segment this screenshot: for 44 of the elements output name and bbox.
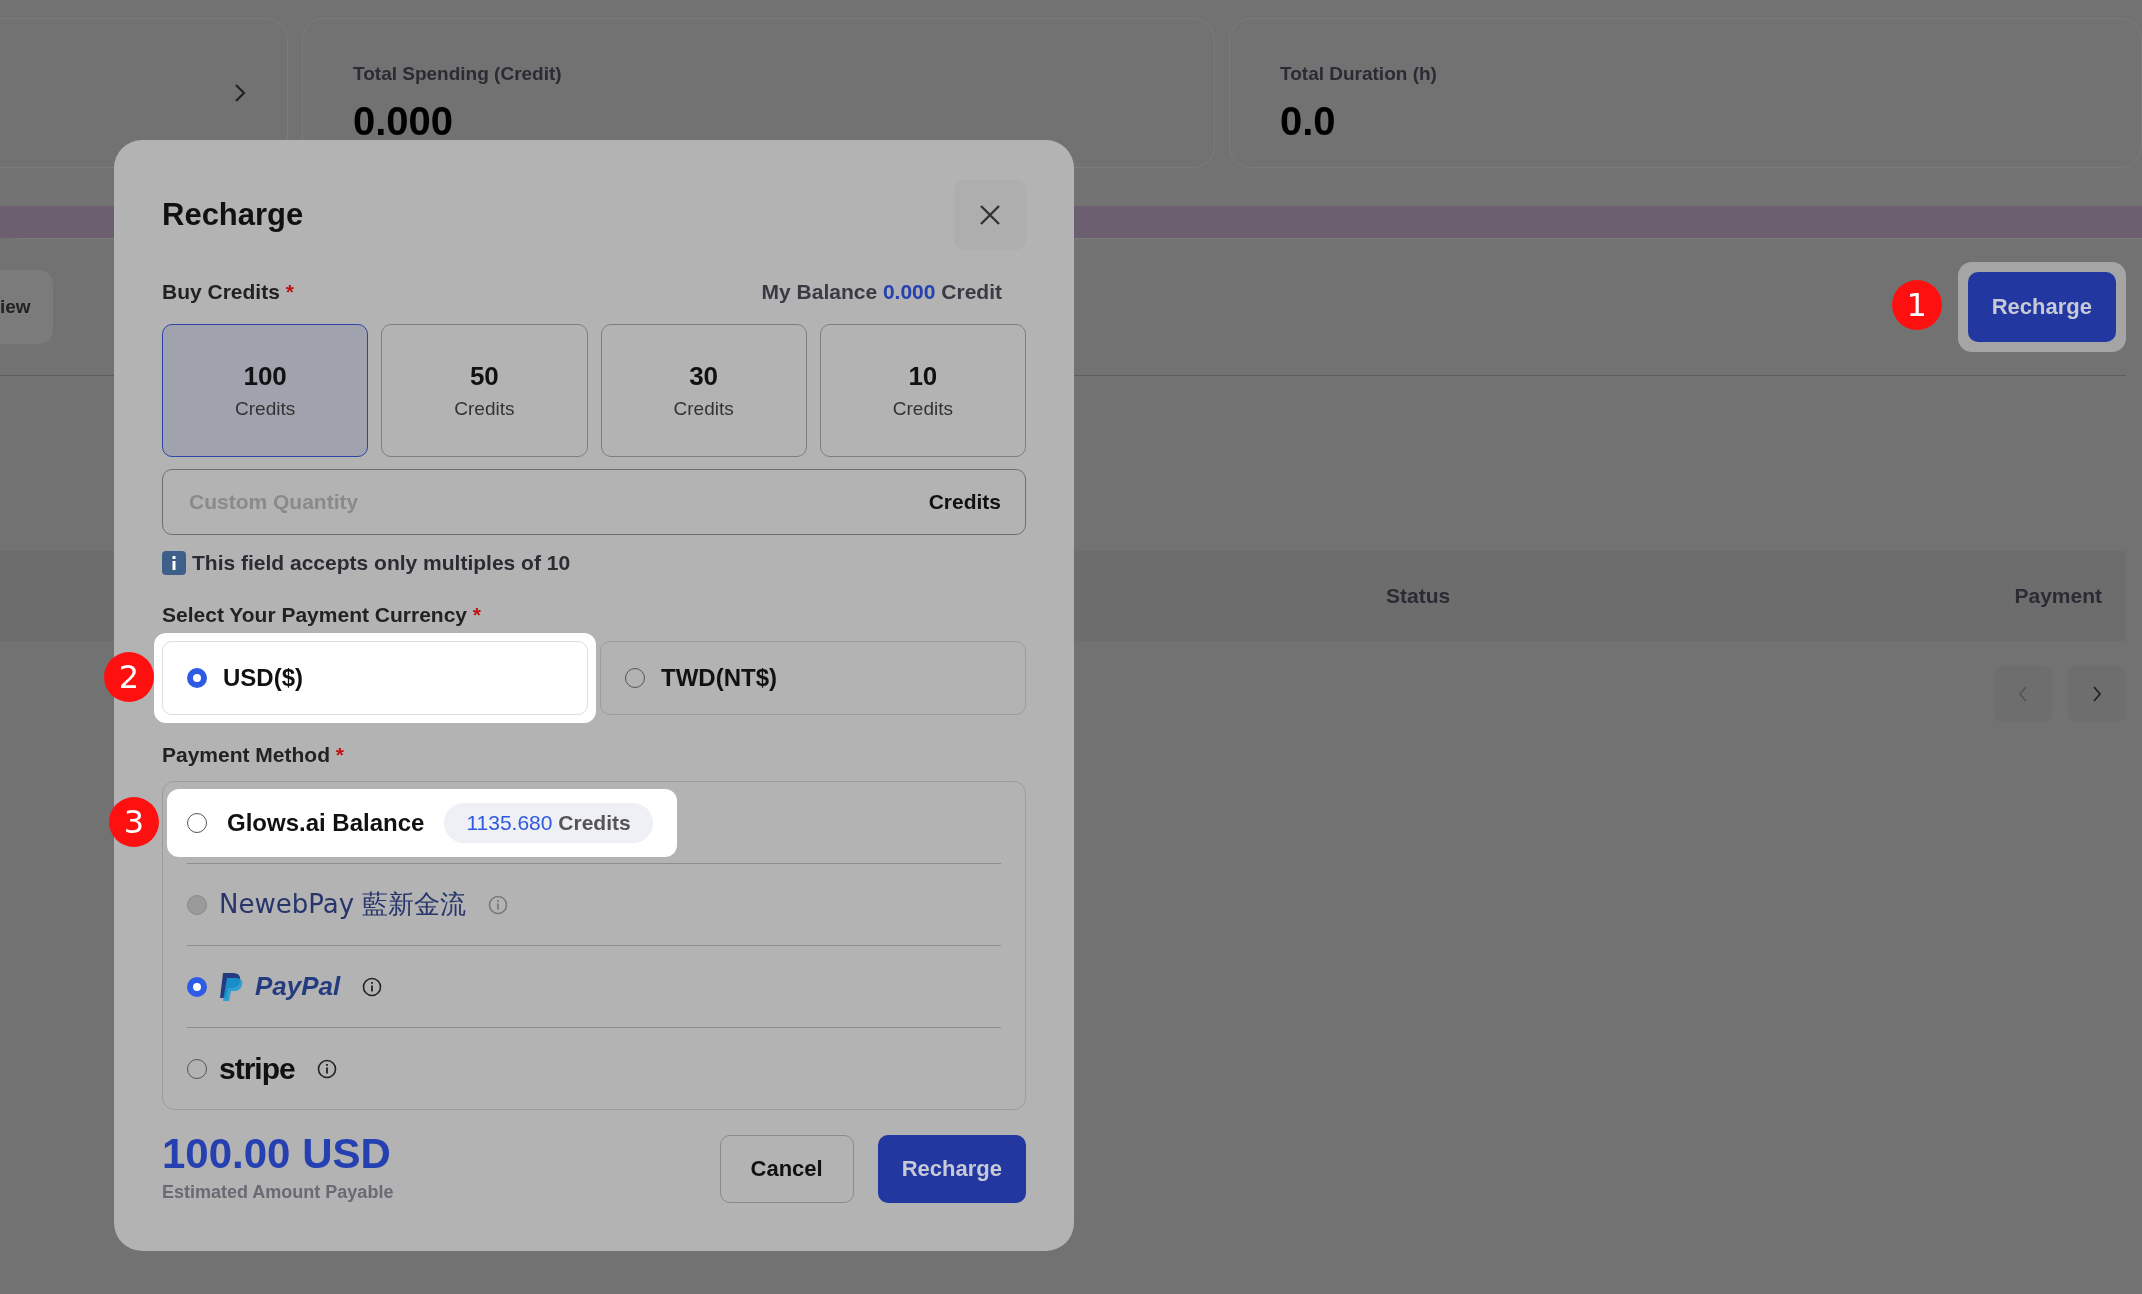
currency-option[interactable]: USD($) bbox=[162, 641, 588, 715]
paypal-p-icon bbox=[219, 971, 243, 1002]
credit-package-option[interactable]: 30 Credits bbox=[600, 324, 807, 457]
newebpay-logo: NewebPay 藍新金流 bbox=[219, 888, 467, 921]
dialog-title: Recharge bbox=[162, 197, 304, 233]
method-label: Glows.ai Balance bbox=[227, 808, 425, 837]
chevron-right-icon[interactable] bbox=[233, 82, 247, 104]
step-badge: 3 bbox=[109, 797, 159, 847]
credit-package-option[interactable]: 100 Credits bbox=[162, 324, 369, 457]
recharge-button[interactable]: Recharge bbox=[877, 1135, 1026, 1203]
credit-package-option[interactable]: 50 Credits bbox=[381, 324, 588, 457]
step-badge: 2 bbox=[104, 652, 154, 702]
paypal-logo: PayPal bbox=[255, 971, 341, 1002]
radio-button[interactable] bbox=[187, 976, 207, 997]
chevron-left-icon bbox=[2017, 685, 2029, 703]
field-label: Select Your Payment Currency * bbox=[162, 603, 483, 627]
total-amount: 100.00 USD bbox=[162, 1130, 392, 1178]
stat-label: Total Duration (h) bbox=[1280, 63, 1438, 85]
column-header: Payment bbox=[2014, 584, 2102, 608]
chevron-right-icon bbox=[2091, 685, 2103, 703]
close-button[interactable] bbox=[954, 180, 1026, 250]
info-icon[interactable] bbox=[316, 1058, 337, 1079]
balance-chip: 1135.680 Credits bbox=[444, 802, 653, 843]
unit-label: Credits bbox=[928, 490, 1001, 514]
info-icon bbox=[162, 551, 186, 575]
stat-label: Total Spending (Credit) bbox=[353, 63, 563, 85]
balance-text: My Balance 0.000 Credit bbox=[761, 280, 1002, 304]
info-icon[interactable] bbox=[362, 976, 383, 997]
currency-option[interactable]: TWD(NT$) bbox=[600, 641, 1026, 715]
close-icon bbox=[978, 203, 1002, 227]
field-label: Buy Credits * bbox=[162, 280, 294, 304]
stripe-logo: stripe bbox=[219, 1051, 295, 1086]
step-badge: 1 bbox=[1891, 280, 1942, 330]
radio-button[interactable] bbox=[187, 668, 207, 688]
recharge-button[interactable]: Recharge bbox=[1967, 272, 2116, 342]
total-caption: Estimated Amount Payable bbox=[162, 1182, 394, 1203]
stat-value: 0.0 bbox=[1280, 99, 1337, 144]
cancel-button[interactable]: Cancel bbox=[719, 1135, 854, 1203]
hint-text: This field accepts only multiples of 10 bbox=[192, 551, 571, 575]
credit-package-option[interactable]: 10 Credits bbox=[819, 324, 1026, 457]
stat-value: 0.000 bbox=[353, 99, 455, 144]
view-tab[interactable]: iew bbox=[0, 270, 53, 344]
field-label: Payment Method * bbox=[162, 743, 346, 767]
column-header: Status bbox=[1386, 584, 1451, 608]
